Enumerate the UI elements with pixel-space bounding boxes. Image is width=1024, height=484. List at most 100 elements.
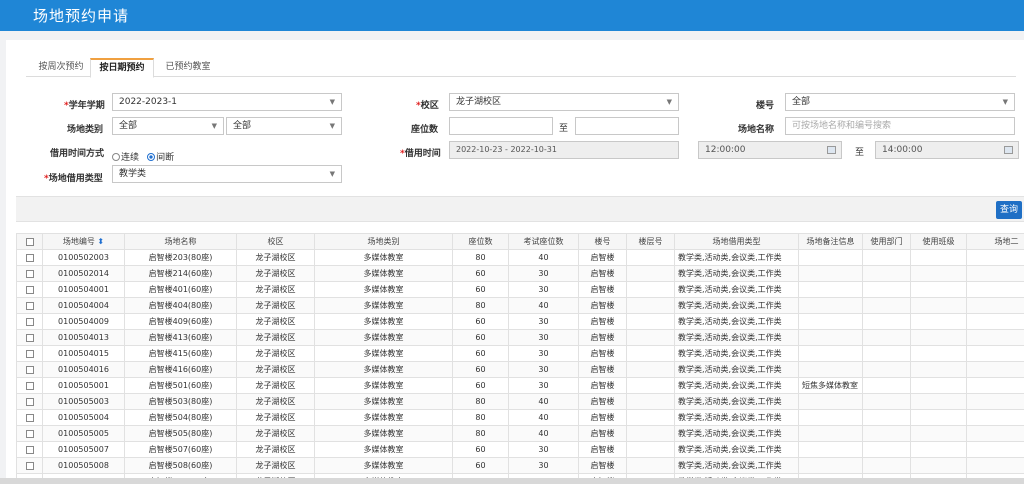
time-from-input[interactable]: 12:00:00 [698, 141, 842, 159]
row-checkbox-cell[interactable] [16, 281, 43, 298]
sort-icon[interactable]: ⬍ [97, 237, 104, 246]
table-row[interactable]: 0100505001 启智楼501(60座) 龙子湖校区 多媒体教室 60 30 启智楼 教学… [16, 377, 1024, 394]
table-cell: 教学类,活动类,会议类,工作类 [674, 281, 799, 298]
row-checkbox-cell[interactable] [16, 409, 43, 426]
column-header[interactable]: 场地备注信息 [798, 233, 863, 250]
table-cell: 教学类,活动类,会议类,工作类 [674, 329, 799, 346]
row-checkbox-cell[interactable] [16, 329, 43, 346]
table-row[interactable]: 0100504013 启智楼413(60座) 龙子湖校区 多媒体教室 60 30 启智楼 教学… [16, 329, 1024, 346]
checkbox[interactable] [25, 413, 34, 422]
building-select[interactable]: 全部 ▼ [785, 93, 1015, 111]
column-header[interactable]: 使用部门 [862, 233, 911, 250]
table-cell: 启智楼415(60座) [124, 345, 237, 362]
table-cell [798, 249, 863, 266]
seats-min-input[interactable] [449, 117, 553, 135]
column-header[interactable]: 楼号 [578, 233, 627, 250]
checkbox[interactable] [25, 317, 34, 326]
table-cell: 龙子湖校区 [236, 457, 315, 474]
calendar-icon [827, 146, 836, 154]
tab-booked-rooms[interactable]: 已预约教室 [158, 58, 218, 77]
checkbox[interactable] [25, 445, 34, 454]
column-header[interactable]: 楼层号 [626, 233, 675, 250]
table-cell: 启智楼 [578, 329, 627, 346]
table-row[interactable]: 0100504004 启智楼404(80座) 龙子湖校区 多媒体教室 80 40 启智楼 教学… [16, 297, 1024, 314]
table-cell: 多媒体教室 [314, 281, 453, 298]
column-header[interactable]: 场地类别 [314, 233, 453, 250]
column-header[interactable]: 使用班级 [910, 233, 967, 250]
table-cell [910, 345, 967, 362]
date-range-input[interactable]: 2022-10-23 - 2022-10-31 [449, 141, 679, 159]
column-header[interactable]: 场地二 [966, 233, 1024, 250]
select-all-checkbox-cell[interactable] [16, 233, 43, 250]
table-cell: 教学类,活动类,会议类,工作类 [674, 377, 799, 394]
table-cell: 启智楼413(60座) [124, 329, 237, 346]
checkbox[interactable] [25, 461, 34, 470]
chevron-down-icon: ▼ [329, 122, 335, 130]
table-cell [798, 265, 863, 282]
checkbox[interactable] [25, 429, 34, 438]
row-checkbox-cell[interactable] [16, 393, 43, 410]
checkbox[interactable] [25, 237, 34, 246]
row-checkbox-cell[interactable] [16, 297, 43, 314]
row-checkbox-cell[interactable] [16, 265, 43, 282]
column-header[interactable]: 考试座位数 [508, 233, 579, 250]
table-row[interactable]: 0100505004 启智楼504(80座) 龙子湖校区 多媒体教室 80 40 启智楼 教学… [16, 409, 1024, 426]
column-header[interactable]: 座位数 [452, 233, 509, 250]
checkbox[interactable] [25, 381, 34, 390]
campus-select[interactable]: 龙子湖校区 ▼ [449, 93, 679, 111]
checkbox[interactable] [25, 301, 34, 310]
table-row[interactable]: 0100504015 启智楼415(60座) 龙子湖校区 多媒体教室 60 30 启智楼 教学… [16, 345, 1024, 362]
row-checkbox-cell[interactable] [16, 377, 43, 394]
table-row[interactable]: 0100504001 启智楼401(60座) 龙子湖校区 多媒体教室 60 30 启智楼 教学… [16, 281, 1024, 298]
checkbox[interactable] [25, 333, 34, 342]
checkbox[interactable] [25, 253, 34, 262]
row-checkbox-cell[interactable] [16, 313, 43, 330]
table-cell: 教学类,活动类,会议类,工作类 [674, 409, 799, 426]
venue-name-input[interactable]: 可按场地名称和编号搜索 [785, 117, 1015, 135]
row-checkbox-cell[interactable] [16, 345, 43, 362]
seats-max-input[interactable] [575, 117, 679, 135]
borrow-type-select[interactable]: 教学类 ▼ [112, 165, 342, 183]
venue-type-select[interactable]: 全部 ▼ [112, 117, 224, 135]
column-header[interactable]: 场地借用类型 [674, 233, 799, 250]
table-row[interactable]: 0100502014 启智楼214(60座) 龙子湖校区 多媒体教室 60 30 启智楼 教学… [16, 265, 1024, 282]
checkbox[interactable] [25, 269, 34, 278]
table-row[interactable]: 0100502003 启智楼203(80座) 龙子湖校区 多媒体教室 80 40 启智楼 教学… [16, 249, 1024, 266]
checkbox[interactable] [25, 397, 34, 406]
table-row[interactable]: 0100504016 启智楼416(60座) 龙子湖校区 多媒体教室 60 30 启智楼 教学… [16, 361, 1024, 378]
checkbox[interactable] [25, 285, 34, 294]
table-row[interactable]: 0100505003 启智楼503(80座) 龙子湖校区 多媒体教室 80 40 启智楼 教学… [16, 393, 1024, 410]
row-checkbox-cell[interactable] [16, 441, 43, 458]
row-checkbox-cell[interactable] [16, 249, 43, 266]
time-to-input[interactable]: 14:00:00 [875, 141, 1019, 159]
table-cell: 教学类,活动类,会议类,工作类 [674, 393, 799, 410]
radio-continuous[interactable] [112, 153, 120, 161]
checkbox[interactable] [25, 365, 34, 374]
tab-by-week[interactable]: 按周次预约 [32, 58, 90, 77]
checkbox[interactable] [25, 349, 34, 358]
term-select[interactable]: 2022-2023-1 ▼ [112, 93, 342, 111]
row-checkbox-cell[interactable] [16, 425, 43, 442]
table-cell: 龙子湖校区 [236, 329, 315, 346]
table-cell [626, 409, 675, 426]
table-cell: 40 [508, 409, 579, 426]
row-checkbox-cell[interactable] [16, 457, 43, 474]
table-cell [966, 345, 1024, 362]
table-row[interactable]: 0100505008 启智楼508(60座) 龙子湖校区 多媒体教室 60 30 启智楼 教学… [16, 457, 1024, 474]
table-cell [798, 281, 863, 298]
horizontal-scrollbar[interactable] [0, 478, 1024, 484]
radio-interval[interactable] [147, 153, 156, 161]
table-cell [798, 313, 863, 330]
query-button[interactable]: 查询 [996, 201, 1022, 219]
column-header[interactable]: 场地编号 ⬍ [42, 233, 125, 250]
tab-by-date[interactable]: 按日期预约 [90, 58, 154, 78]
venue-subtype-select[interactable]: 全部 ▼ [226, 117, 342, 135]
table-row[interactable]: 0100505007 启智楼507(60座) 龙子湖校区 多媒体教室 60 30 启智楼 教学… [16, 441, 1024, 458]
table-row[interactable]: 0100505005 启智楼505(80座) 龙子湖校区 多媒体教室 80 40 启智楼 教学… [16, 425, 1024, 442]
table-row[interactable]: 0100504009 启智楼409(60座) 龙子湖校区 多媒体教室 60 30 启智楼 教学… [16, 313, 1024, 330]
row-checkbox-cell[interactable] [16, 361, 43, 378]
table-cell: 教学类,活动类,会议类,工作类 [674, 345, 799, 362]
column-header[interactable]: 场地名称 [124, 233, 237, 250]
table-cell: 启智楼508(60座) [124, 457, 237, 474]
column-header[interactable]: 校区 [236, 233, 315, 250]
